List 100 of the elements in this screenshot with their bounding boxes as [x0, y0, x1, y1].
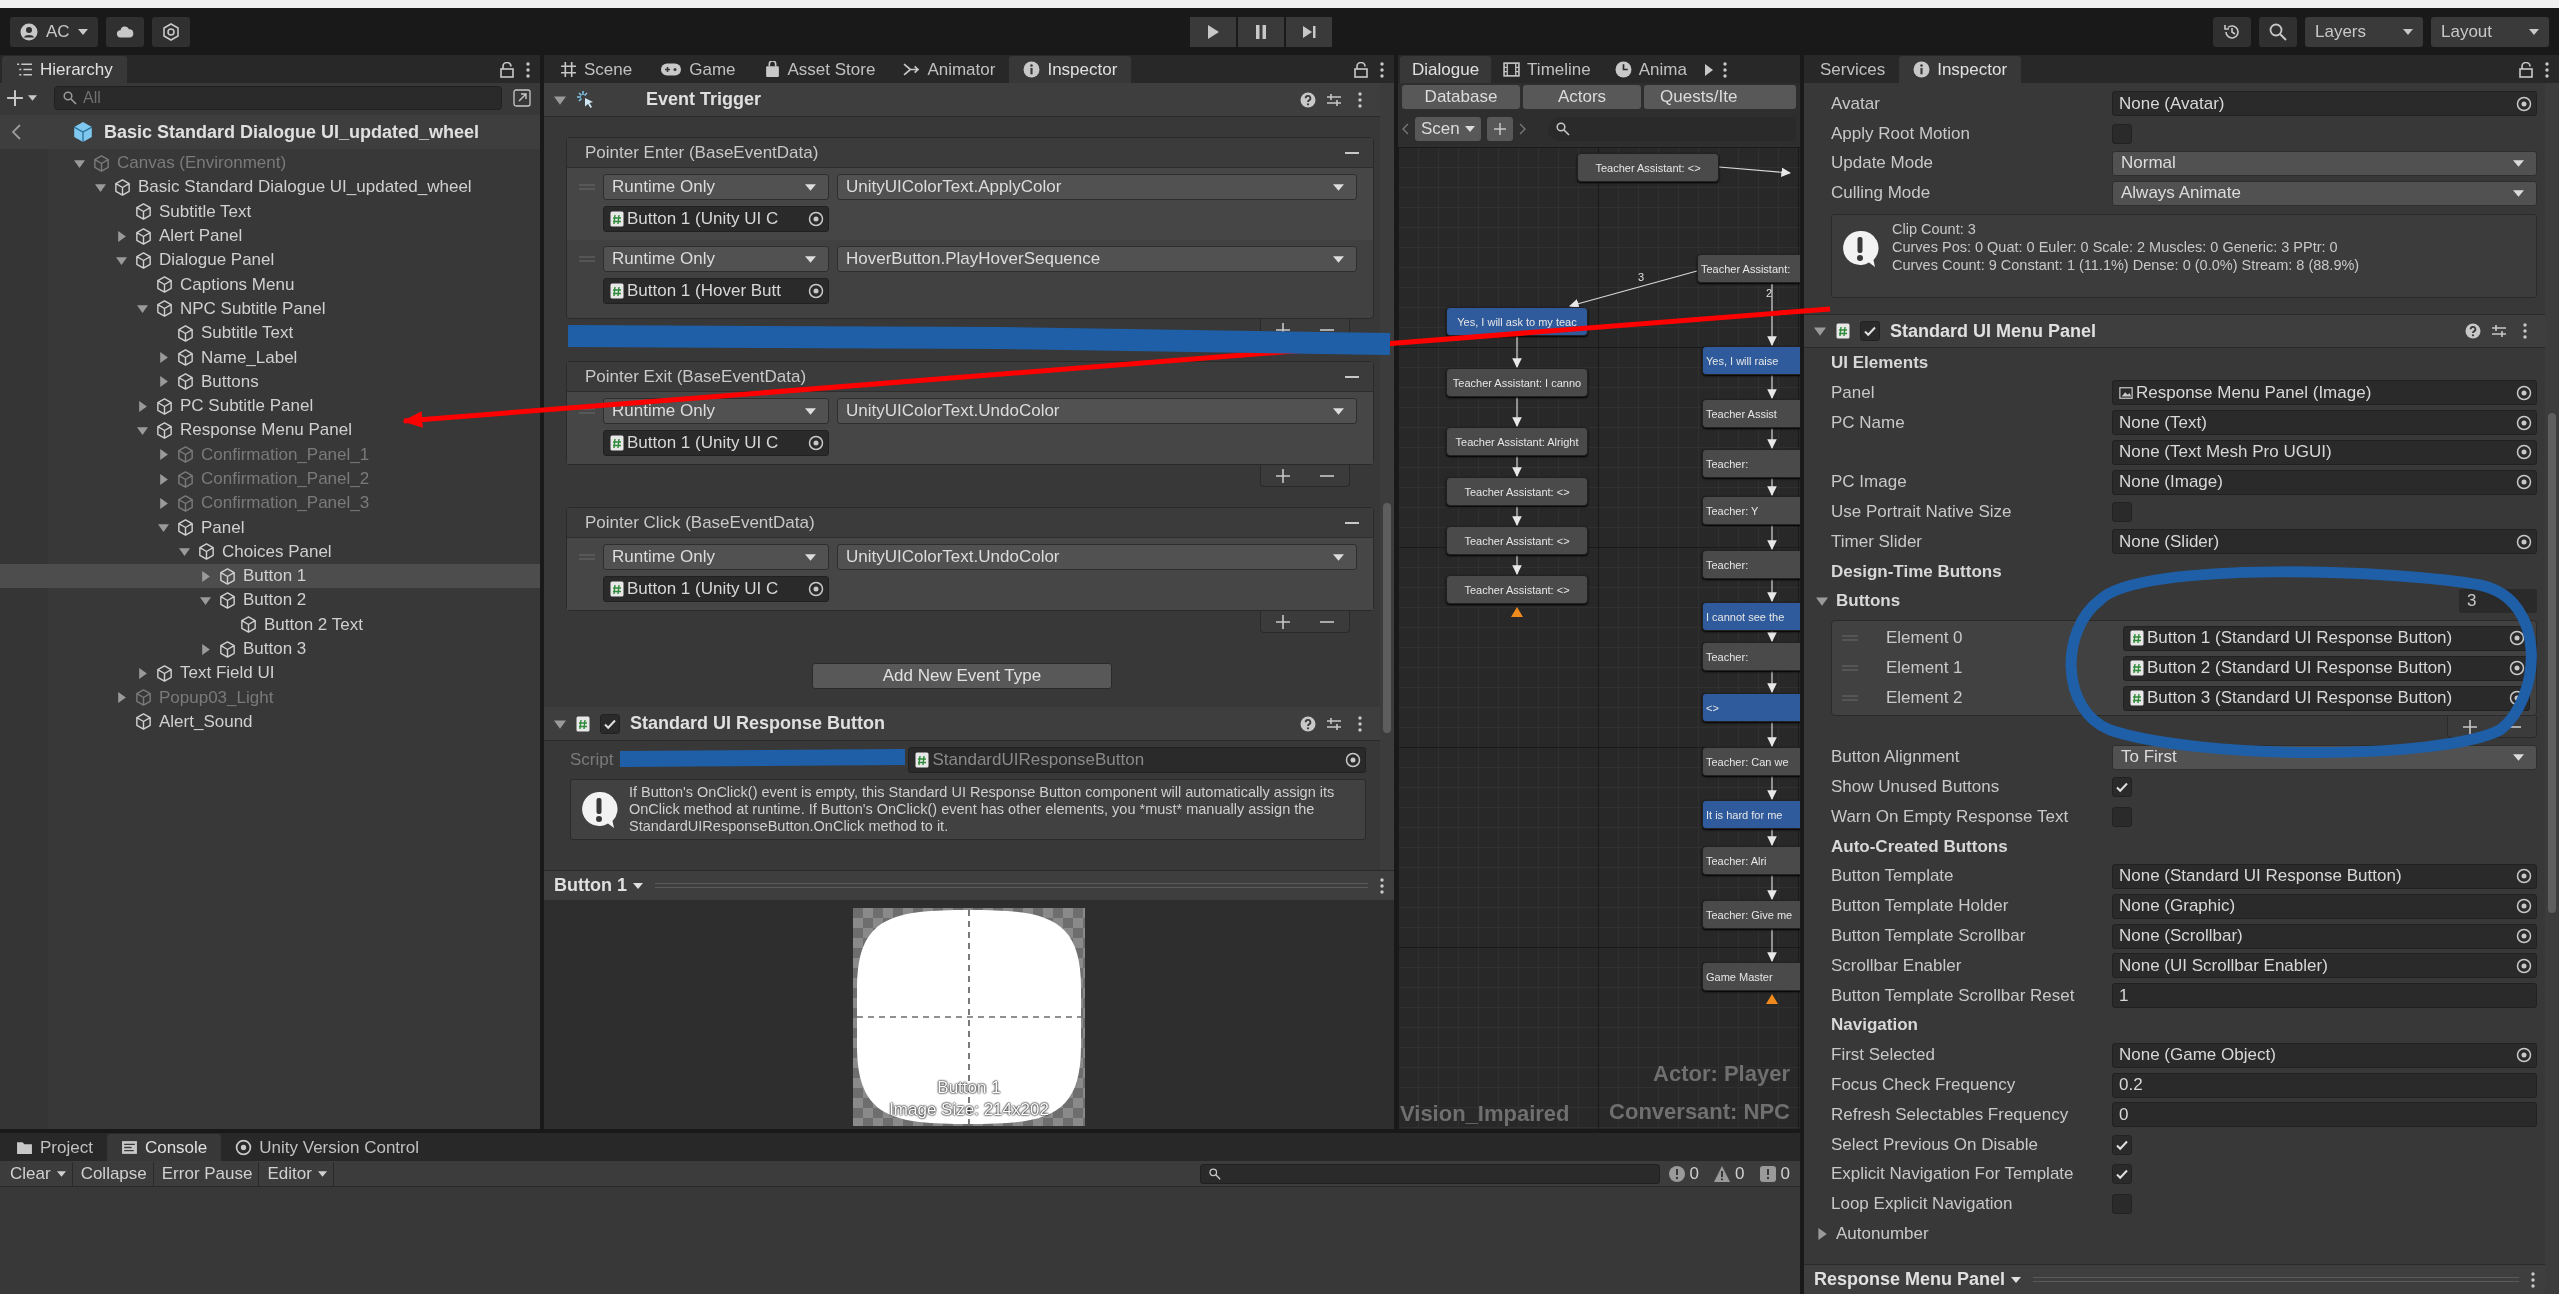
play-button[interactable]	[1190, 16, 1237, 47]
search-field[interactable]	[1547, 117, 1796, 141]
more-icon[interactable]	[1380, 62, 1384, 78]
collapsed-arrow-icon[interactable]	[137, 667, 148, 679]
expanded-arrow-icon[interactable]	[554, 717, 566, 730]
dropdown[interactable]: Normal	[2112, 151, 2537, 176]
expanded-arrow-icon[interactable]	[179, 546, 190, 558]
layout-dropdown[interactable]: Layout	[2431, 16, 2549, 47]
dialogue-node[interactable]: <>	[1702, 693, 1800, 722]
tree-item[interactable]: Button 1	[0, 564, 540, 589]
dialogue-node[interactable]: Teacher: Can we	[1702, 747, 1800, 776]
tab[interactable]: Inspector	[1009, 56, 1132, 83]
tree-item[interactable]: Basic Standard Dialogue UI_updated_wheel	[0, 175, 540, 200]
tree-item[interactable]: Name_Label	[0, 345, 540, 370]
search-button[interactable]	[2259, 16, 2297, 47]
dialogue-node[interactable]: It is hard for me	[1702, 800, 1800, 829]
collapsed-arrow-icon[interactable]	[137, 400, 148, 412]
object-field[interactable]: None (Image)	[2112, 469, 2537, 495]
dialogue-node[interactable]: Teacher:	[1702, 642, 1800, 671]
checkbox[interactable]	[2112, 1164, 2132, 1185]
add-icon[interactable]	[2462, 718, 2478, 735]
remove-icon[interactable]	[1345, 375, 1359, 378]
sliders-icon[interactable]	[2491, 323, 2507, 340]
tree-item[interactable]: Buttons	[0, 369, 540, 394]
dialogue-node[interactable]: Yes, I will raise	[1702, 346, 1800, 375]
tree-item[interactable]: Response Menu Panel	[0, 418, 540, 443]
dropdown[interactable]: UnityUIColorText.UndoColor	[837, 398, 1357, 424]
tree-item[interactable]: Alert Panel	[0, 223, 540, 249]
tab[interactable]: Unity Version Control	[221, 1134, 433, 1161]
tree-item[interactable]: PC Subtitle Panel	[0, 393, 540, 419]
object-field[interactable]: None (Avatar)	[2112, 91, 2537, 117]
target-icon[interactable]	[808, 283, 824, 299]
more-icon[interactable]	[1358, 715, 1362, 732]
dropdown[interactable]: Always Animate	[2112, 180, 2537, 206]
collapsed-arrow-icon[interactable]	[1816, 1228, 1828, 1240]
tree-item[interactable]: Text Field UI	[0, 661, 540, 686]
editor-dropdown[interactable]: Editor	[261, 1161, 334, 1186]
object-field[interactable]: None (UI Scrollbar Enabler)	[2112, 953, 2537, 979]
log-count-toggle[interactable]: 0	[1661, 1163, 1706, 1184]
preview-title[interactable]: Response Menu Panel	[1814, 1269, 2022, 1290]
tab[interactable]: Animator	[889, 56, 1010, 83]
target-icon[interactable]	[2516, 414, 2532, 431]
add-button[interactable]	[1486, 117, 1513, 141]
account-button[interactable]: AC	[10, 16, 98, 47]
checkbox[interactable]	[2112, 1134, 2132, 1155]
dropdown[interactable]: Runtime Only	[603, 174, 829, 200]
target-icon[interactable]	[2516, 928, 2532, 945]
help-icon[interactable]	[2465, 323, 2481, 340]
dialogue-node[interactable]: Teacher Assist	[1702, 399, 1800, 428]
sliders-icon[interactable]	[1326, 715, 1342, 732]
log-count-toggle[interactable]: 0	[1707, 1163, 1751, 1184]
tree-item[interactable]: Alert_Sound	[0, 709, 540, 735]
history-button[interactable]	[2213, 16, 2251, 47]
list-heading[interactable]: Buttons	[1836, 591, 2451, 612]
tab[interactable]: Asset Store	[749, 56, 890, 83]
tree-item[interactable]: Captions Menu	[0, 272, 540, 297]
object-field[interactable]: Button 1 (Unity UI C	[603, 430, 829, 456]
tree-item[interactable]: Panel	[0, 515, 540, 540]
more-icon[interactable]	[1358, 91, 1362, 108]
object-field[interactable]: None (Slider)	[2112, 529, 2537, 555]
remove-icon[interactable]	[1345, 151, 1359, 154]
object-field[interactable]: Button 1 (Unity UI C	[603, 206, 829, 232]
checkbox[interactable]	[2112, 777, 2132, 798]
tree-item[interactable]: Button 2	[0, 588, 540, 613]
foldout-label[interactable]: Autonumber	[1836, 1224, 2117, 1244]
target-icon[interactable]	[2516, 533, 2532, 550]
expanded-arrow-icon[interactable]	[200, 595, 211, 606]
dialogue-node[interactable]: Teacher Assistant: <>	[1577, 153, 1719, 182]
object-field[interactable]: Response Menu Panel (Image)	[2112, 380, 2537, 406]
dialogue-node[interactable]: Game Master	[1702, 962, 1800, 991]
dropdown[interactable]: Runtime Only	[603, 544, 829, 570]
dialogue-node[interactable]: Teacher: Y	[1702, 496, 1800, 525]
add-icon[interactable]	[1275, 467, 1291, 484]
object-field[interactable]: Button 3 (Standard UI Response Button)	[2123, 685, 2530, 711]
toolbar-tab[interactable]: Actors	[1523, 85, 1641, 109]
dialogue-node[interactable]: Teacher:	[1702, 449, 1800, 478]
collapsed-arrow-icon[interactable]	[158, 376, 169, 388]
object-field[interactable]: None (Graphic)	[2112, 893, 2537, 919]
target-icon[interactable]	[808, 435, 824, 451]
object-field[interactable]: Button 1 (Hover Butt	[603, 278, 829, 304]
dialogue-node[interactable]: Teacher Assistant: <>	[1446, 575, 1588, 604]
tab[interactable]: Console	[106, 1134, 222, 1161]
more-icon[interactable]	[1380, 877, 1384, 894]
dropdown[interactable]: UnityUIColorText.UndoColor	[837, 544, 1357, 570]
target-icon[interactable]	[2516, 474, 2532, 491]
expanded-arrow-icon[interactable]	[137, 303, 148, 315]
sliders-icon[interactable]	[1326, 91, 1342, 108]
expanded-arrow-icon[interactable]	[1814, 325, 1826, 338]
more-icon[interactable]	[526, 62, 530, 78]
dropdown[interactable]: HoverButton.PlayHoverSequence	[837, 246, 1357, 272]
more-icon[interactable]	[2545, 62, 2549, 78]
tree-item[interactable]: Dialogue Panel	[0, 248, 540, 273]
scrollbar[interactable]	[1380, 83, 1394, 870]
object-field[interactable]: None (Game Object)	[2112, 1042, 2537, 1068]
target-icon[interactable]	[2516, 384, 2532, 401]
target-icon[interactable]	[2516, 95, 2532, 112]
lock-icon[interactable]	[1354, 62, 1368, 78]
tree-item[interactable]: Button 3	[0, 636, 540, 662]
expanded-arrow-icon[interactable]	[137, 424, 148, 436]
tab[interactable]: Inspector	[1899, 56, 2022, 83]
